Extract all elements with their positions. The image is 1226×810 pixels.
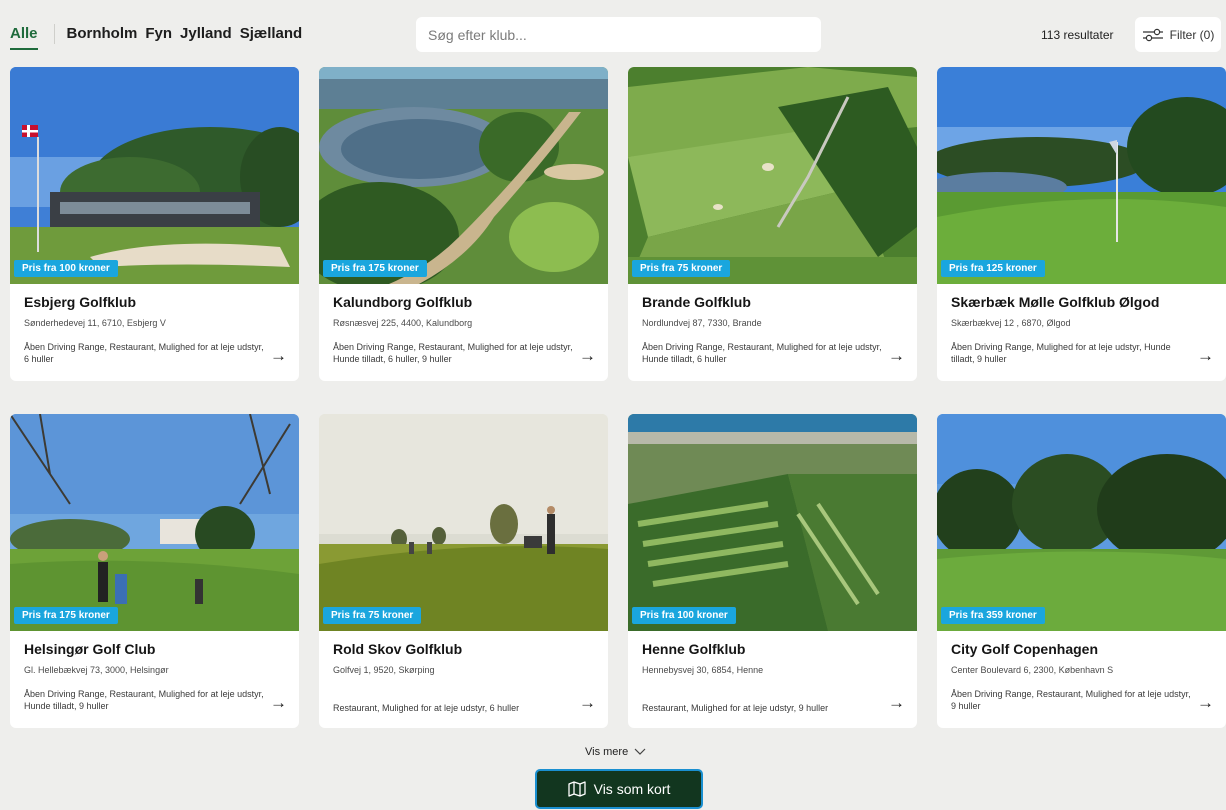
club-name: Helsingør Golf Club bbox=[24, 641, 156, 657]
price-badge: Pris fra 75 kroner bbox=[323, 607, 422, 624]
club-features: Åben Driving Range, Restaurant, Mulighed… bbox=[333, 342, 573, 364]
club-address: Sønderhedevej 11, 6710, Esbjerg V bbox=[24, 318, 166, 328]
club-features: Restaurant, Mulighed for at leje udstyr,… bbox=[333, 703, 520, 713]
price-badge: Pris fra 75 kroner bbox=[632, 260, 731, 277]
show-more-label: Vis mere bbox=[585, 746, 629, 758]
arrow-right-icon[interactable]: → bbox=[888, 346, 905, 366]
tab-alle[interactable]: Alle bbox=[10, 25, 38, 50]
club-address: Center Boulevard 6, 2300, København S bbox=[951, 665, 1114, 675]
club-features: Åben Driving Range, Restaurant, Mulighed… bbox=[642, 342, 882, 364]
club-card[interactable]: Pris fra 100 kroner Esbjerg Golfklub Søn… bbox=[10, 67, 299, 381]
arrow-right-icon[interactable]: → bbox=[579, 346, 596, 366]
results-count: 113 resultater bbox=[1041, 28, 1114, 42]
club-name: Rold Skov Golfklub bbox=[333, 641, 463, 657]
club-photo: Pris fra 125 kroner bbox=[937, 67, 1226, 284]
arrow-right-icon[interactable]: → bbox=[1197, 693, 1214, 713]
club-photo: Pris fra 100 kroner bbox=[10, 67, 299, 284]
club-photo: Pris fra 359 kroner bbox=[937, 414, 1226, 631]
map-icon bbox=[567, 781, 586, 797]
top-bar: Alle Bornholm Fyn Jylland Sjælland 113 r… bbox=[0, 0, 1226, 62]
tab-sjaelland[interactable]: Sjælland bbox=[240, 25, 303, 50]
club-features: Åben Driving Range, Restaurant, Mulighed… bbox=[24, 342, 264, 364]
show-as-map-label: Vis som kort bbox=[593, 781, 671, 797]
price-badge: Pris fra 175 kroner bbox=[14, 607, 118, 624]
arrow-right-icon[interactable]: → bbox=[1197, 346, 1214, 366]
club-address: Nordlundvej 87, 7330, Brande bbox=[642, 318, 762, 328]
sliders-icon bbox=[1142, 28, 1163, 41]
club-features: Åben Driving Range, Restaurant, Mulighed… bbox=[24, 689, 264, 711]
club-card[interactable]: Pris fra 175 kroner Kalundborg Golfklub … bbox=[319, 67, 608, 381]
arrow-right-icon[interactable]: → bbox=[270, 346, 287, 366]
club-address: Hennebysvej 30, 6854, Henne bbox=[642, 665, 764, 675]
club-features: Restaurant, Mulighed for at leje udstyr,… bbox=[642, 703, 829, 713]
show-as-map-button[interactable]: Vis som kort bbox=[535, 769, 703, 809]
price-badge: Pris fra 359 kroner bbox=[941, 607, 1045, 624]
club-card[interactable]: Pris fra 125 kroner Skærbæk Mølle Golfkl… bbox=[937, 67, 1226, 381]
club-address: Gl. Hellebækvej 73, 3000, Helsingør bbox=[24, 665, 169, 675]
club-card[interactable]: Pris fra 75 kroner Rold Skov Golfklub Go… bbox=[319, 414, 608, 728]
club-name: Henne Golfklub bbox=[642, 641, 746, 657]
search-input[interactable] bbox=[416, 17, 821, 52]
club-name: Kalundborg Golfklub bbox=[333, 294, 473, 310]
region-tabs: Alle Bornholm Fyn Jylland Sjælland bbox=[10, 24, 310, 50]
club-card[interactable]: Pris fra 100 kroner Henne Golfklub Henne… bbox=[628, 414, 917, 728]
club-features: Åben Driving Range, Restaurant, Mulighed… bbox=[951, 689, 1191, 711]
filter-button[interactable]: Filter (0) bbox=[1135, 17, 1221, 52]
club-name: Esbjerg Golfklub bbox=[24, 294, 137, 310]
club-photo: Pris fra 175 kroner bbox=[10, 414, 299, 631]
filter-label: Filter (0) bbox=[1169, 27, 1215, 42]
club-features: Åben Driving Range, Mulighed for at leje… bbox=[951, 342, 1171, 364]
club-address: Golfvej 1, 9520, Skørping bbox=[333, 665, 435, 675]
club-photo: Pris fra 175 kroner bbox=[319, 67, 608, 284]
tab-fyn[interactable]: Fyn bbox=[145, 25, 172, 50]
tab-jylland[interactable]: Jylland bbox=[180, 25, 232, 50]
arrow-right-icon[interactable]: → bbox=[888, 693, 905, 713]
arrow-right-icon[interactable]: → bbox=[579, 693, 596, 713]
arrow-right-icon[interactable]: → bbox=[270, 693, 287, 713]
tab-bornholm[interactable]: Bornholm bbox=[67, 25, 138, 50]
price-badge: Pris fra 100 kroner bbox=[14, 260, 118, 277]
price-badge: Pris fra 125 kroner bbox=[941, 260, 1045, 277]
club-card[interactable]: Pris fra 359 kroner City Golf Copenhagen… bbox=[937, 414, 1226, 728]
club-name: Skærbæk Mølle Golfklub Ølgod bbox=[951, 294, 1160, 310]
price-badge: Pris fra 175 kroner bbox=[323, 260, 427, 277]
price-badge: Pris fra 100 kroner bbox=[632, 607, 736, 624]
club-photo: Pris fra 100 kroner bbox=[628, 414, 917, 631]
club-name: Brande Golfklub bbox=[642, 294, 751, 310]
club-address: Røsnæsvej 225, 4400, Kalundborg bbox=[333, 318, 473, 328]
club-photo: Pris fra 75 kroner bbox=[628, 67, 917, 284]
club-name: City Golf Copenhagen bbox=[951, 641, 1098, 657]
tab-divider bbox=[53, 24, 55, 44]
club-card[interactable]: Pris fra 175 kroner Helsingør Golf Club … bbox=[10, 414, 299, 728]
show-more-button[interactable]: Vis mere bbox=[585, 746, 646, 758]
club-photo: Pris fra 75 kroner bbox=[319, 414, 608, 631]
chevron-down-icon bbox=[634, 748, 646, 755]
club-address: Skærbækvej 12 , 6870, Ølgod bbox=[951, 318, 1071, 328]
club-card[interactable]: Pris fra 75 kroner Brande Golfklub Nordl… bbox=[628, 67, 917, 381]
club-grid: Pris fra 100 kroner Esbjerg Golfklub Søn… bbox=[10, 67, 1226, 728]
